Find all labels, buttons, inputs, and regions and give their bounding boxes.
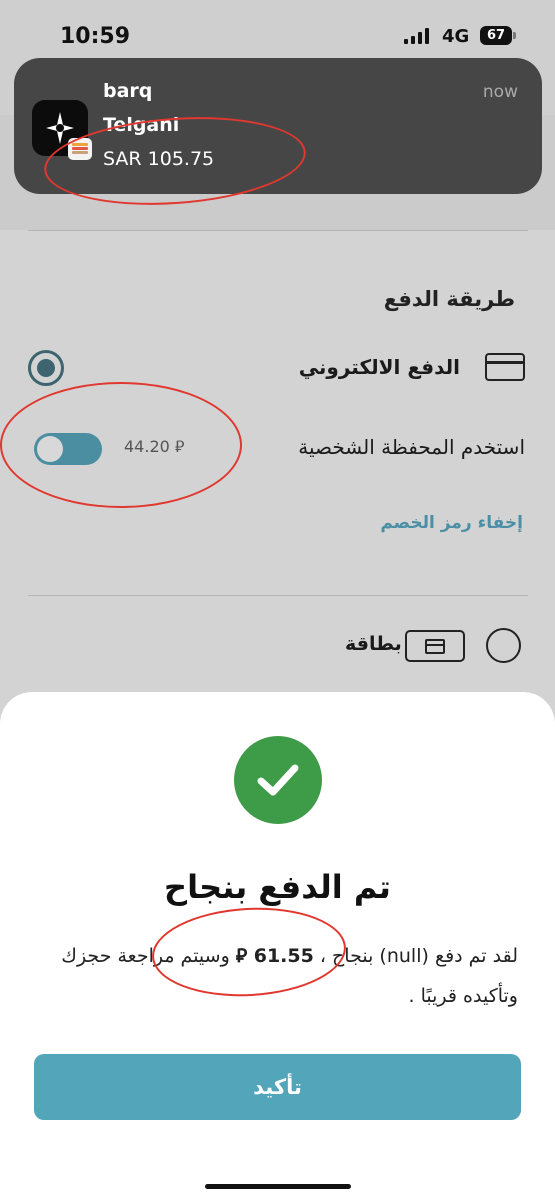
- electronic-payment-label: الدفع الالكتروني: [298, 355, 460, 379]
- notification-time: now: [482, 82, 518, 102]
- status-bar: 10:59 4G 67: [0, 0, 555, 58]
- battery-cap: [513, 32, 516, 39]
- confirm-button[interactable]: تأكيد: [34, 1054, 521, 1120]
- card-payment-label: بطاقة: [345, 633, 402, 655]
- signal-icon: [404, 28, 429, 44]
- notification-banner[interactable]: barq Telgani SAR 105.75 now: [14, 58, 542, 194]
- home-indicator: [205, 1184, 351, 1189]
- check-icon: [234, 736, 322, 824]
- notification-app-name: barq: [103, 80, 153, 102]
- toggle-knob: [37, 436, 63, 462]
- use-wallet-label: استخدم المحفظة الشخصية: [298, 435, 525, 459]
- battery-icon: 67: [480, 26, 512, 45]
- status-time: 10:59: [60, 24, 131, 49]
- message-prefix: لقد تم دفع (null) بنجاح ،: [319, 945, 518, 967]
- success-modal: تم الدفع بنجاح لقد تم دفع (null) بنجاح ،…: [0, 692, 555, 1200]
- wallet-balance: 44.20 ⃁: [124, 437, 185, 456]
- modal-title: تم الدفع بنجاح: [164, 868, 391, 906]
- hide-discount-link[interactable]: إخفاء رمز الخصم: [380, 513, 523, 533]
- modal-message: لقد تم دفع (null) بنجاح ، 61.55 ⃁ وسيتم …: [40, 936, 518, 1016]
- electronic-payment-radio[interactable]: [28, 350, 64, 386]
- paid-amount: 61.55 ⃁: [235, 945, 314, 967]
- divider: [28, 230, 528, 231]
- wallet-icon: [68, 138, 92, 160]
- network-type: 4G: [442, 26, 470, 47]
- divider: [28, 595, 528, 596]
- wallet-toggle[interactable]: [34, 433, 102, 465]
- credit-card-icon: [485, 353, 525, 381]
- card-icon: [405, 630, 465, 662]
- notification-body: SAR 105.75: [103, 148, 215, 170]
- card-payment-radio[interactable]: [486, 628, 521, 663]
- payment-method-title: طريقة الدفع: [383, 287, 515, 311]
- notification-title: Telgani: [103, 114, 180, 136]
